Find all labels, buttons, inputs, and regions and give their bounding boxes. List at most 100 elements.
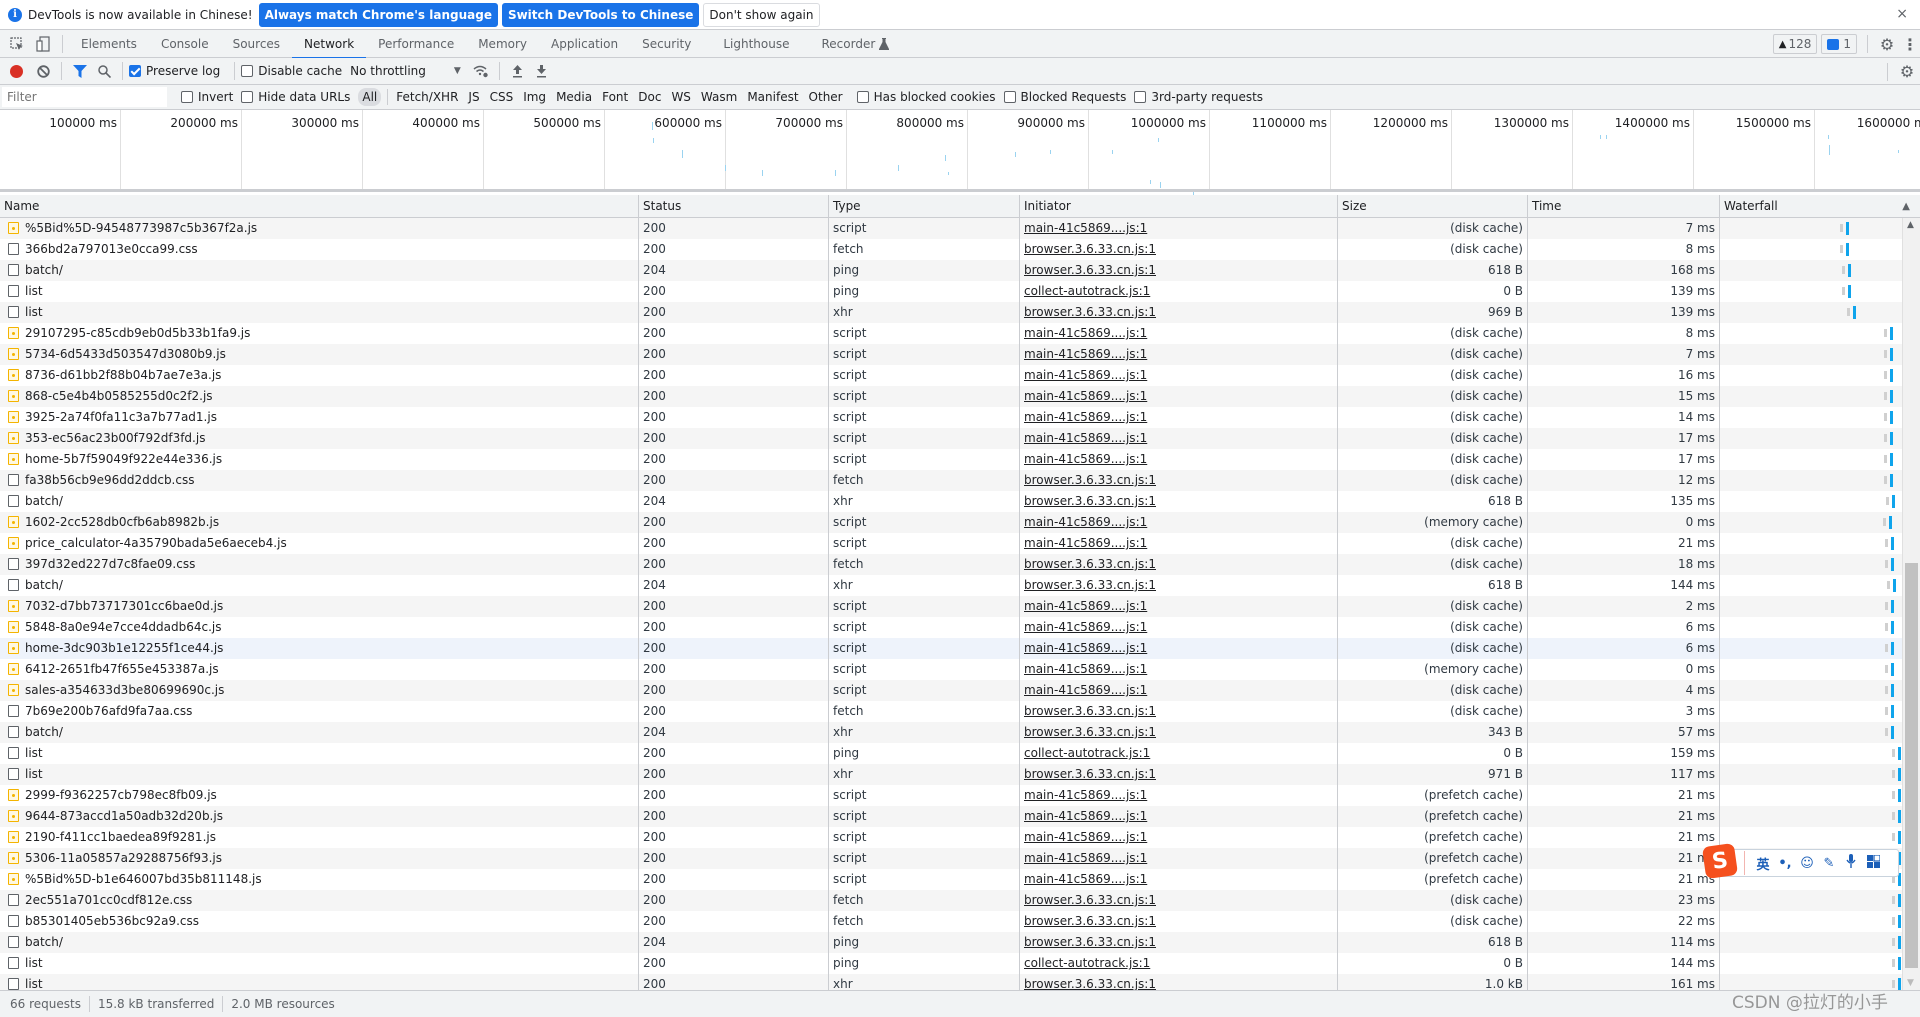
request-name-cell[interactable]: list (0, 743, 638, 764)
request-row[interactable]: batch/204 xhr browser.3.6.33.cn.js:1 618 B1… (0, 491, 1902, 512)
invert-checkbox[interactable]: Invert (181, 90, 233, 104)
request-row[interactable]: 8736-d61bb2f88b04b7ae7e3a.js 200 script mai… (0, 365, 1902, 386)
request-initiator-cell[interactable]: main-41c5869....js:1 (1019, 785, 1337, 806)
disable-cache-checkbox[interactable]: Disable cache (241, 64, 342, 78)
disable-cache-check[interactable] (241, 65, 254, 77)
filter-funnel-icon[interactable] (68, 59, 92, 83)
request-initiator-cell[interactable]: browser.3.6.33.cn.js:1 (1019, 260, 1337, 281)
close-icon[interactable]: × (1896, 6, 1908, 22)
filter-type-wasm[interactable]: Wasm (697, 88, 741, 106)
request-name-cell[interactable]: 2ec551a701cc0cdf812e.css (0, 890, 638, 911)
request-row[interactable]: 5734-6d5433d503547d3080b9.js 200 script mai… (0, 344, 1902, 365)
column-header-waterfall[interactable]: Waterfall ▲ (1719, 195, 1920, 218)
request-row[interactable]: sales-a354633d3be80699690c.js 200 script ma… (0, 680, 1902, 701)
request-row[interactable]: home-3dc903b1e12255f1ce44.js 200 script mai… (0, 638, 1902, 659)
blocked-requests-checkbox[interactable]: Blocked Requests (1003, 90, 1126, 104)
filter-type-fetch-xhr[interactable]: Fetch/XHR (392, 88, 462, 106)
request-name-cell[interactable]: batch/ (0, 932, 638, 953)
column-header-time[interactable]: Time (1527, 195, 1719, 218)
request-name-cell[interactable]: 3925-2a74f0fa11c3a7b77ad1.js (0, 407, 638, 428)
punctuation-icon[interactable]: •, (1775, 856, 1795, 871)
request-initiator-cell[interactable]: main-41c5869....js:1 (1019, 449, 1337, 470)
request-initiator-cell[interactable]: collect-autotrack.js:1 (1019, 953, 1337, 974)
request-row[interactable]: 6412-2651fb47f655e453387a.js 200 script mai… (0, 659, 1902, 680)
request-initiator-cell[interactable]: main-41c5869....js:1 (1019, 827, 1337, 848)
request-name-cell[interactable]: 9644-873accd1a50adb32d20b.js (0, 806, 638, 827)
request-name-cell[interactable]: list (0, 953, 638, 974)
preserve-log-checkbox[interactable]: Preserve log (129, 64, 220, 78)
request-name-cell[interactable]: 5734-6d5433d503547d3080b9.js (0, 344, 638, 365)
tab-recorder[interactable]: Recorder (810, 30, 902, 58)
request-initiator-cell[interactable]: main-41c5869....js:1 (1019, 596, 1337, 617)
request-row[interactable]: batch/204 ping browser.3.6.33.cn.js:1 618 B… (0, 932, 1902, 953)
request-initiator-cell[interactable]: main-41c5869....js:1 (1019, 848, 1337, 869)
request-name-cell[interactable]: price_calculator-4a35790bada5e6aeceb4.js (0, 533, 638, 554)
request-name-cell[interactable]: 353-ec56ac23b00f792df3fd.js (0, 428, 638, 449)
request-row[interactable]: list 200 ping collect-autotrack.js:1 0 B 144 … (0, 953, 1902, 974)
request-row[interactable]: batch/204 xhr browser.3.6.33.cn.js:1 618 B1… (0, 575, 1902, 596)
filter-type-img[interactable]: Img (519, 88, 550, 106)
request-initiator-cell[interactable]: main-41c5869....js:1 (1019, 680, 1337, 701)
request-name-cell[interactable]: 7032-d7bb73717301cc6bae0d.js (0, 596, 638, 617)
has-blocked-cookies-checkbox[interactable]: Has blocked cookies (856, 90, 996, 104)
request-name-cell[interactable]: 7b69e200b76afd9fa7aa.css (0, 701, 638, 722)
device-toolbar-icon[interactable] (30, 31, 56, 57)
request-row[interactable]: batch/204 ping browser.3.6.33.cn.js:1 618 B… (0, 260, 1902, 281)
request-name-cell[interactable]: batch/ (0, 575, 638, 596)
tab-lighthouse[interactable]: Lighthouse (711, 30, 809, 58)
tab-application[interactable]: Application (539, 30, 630, 58)
request-name-cell[interactable]: batch/ (0, 260, 638, 281)
filter-type-media[interactable]: Media (552, 88, 596, 106)
import-har-upload-icon[interactable] (506, 59, 530, 83)
request-row[interactable]: 868-c5e4b4b0585255d0c2f2.js 200 script main… (0, 386, 1902, 407)
request-name-cell[interactable]: 868-c5e4b4b0585255d0c2f2.js (0, 386, 638, 407)
request-name-cell[interactable]: 2999-f9362257cb798ec8fb09.js (0, 785, 638, 806)
network-settings-gear-icon[interactable]: ⚙ (1894, 62, 1920, 81)
table-scrollbar[interactable]: ▲ ▼ (1902, 218, 1920, 990)
request-row[interactable]: 29107295-c85cdb9eb0d5b33b1fa9.js 200 scrip… (0, 323, 1902, 344)
request-row[interactable]: 5848-8a0e94e7cce4ddadb64c.js 200 script mai… (0, 617, 1902, 638)
filter-type-font[interactable]: Font (598, 88, 632, 106)
request-initiator-cell[interactable]: main-41c5869....js:1 (1019, 869, 1337, 890)
throttling-select[interactable]: No throttling ▼ (350, 64, 461, 78)
blocked-requests-check[interactable] (1003, 91, 1016, 103)
request-initiator-cell[interactable]: main-41c5869....js:1 (1019, 617, 1337, 638)
request-name-cell[interactable]: 366bd2a797013e0cca99.css (0, 239, 638, 260)
warnings-badge[interactable]: ▲ 128 (1772, 34, 1818, 54)
request-initiator-cell[interactable]: main-41c5869....js:1 (1019, 218, 1337, 239)
clear-icon[interactable] (31, 59, 55, 83)
request-initiator-cell[interactable]: main-41c5869....js:1 (1019, 386, 1337, 407)
request-row[interactable]: 7b69e200b76afd9fa7aa.css 200 fetch browser.… (0, 701, 1902, 722)
request-row[interactable]: list 200 xhr browser.3.6.33.cn.js:1 1.0 kB 16… (0, 974, 1902, 990)
timeline-overview[interactable]: 100000 ms 200000 ms 300000 ms 400000 ms 5000… (0, 110, 1920, 196)
request-name-cell[interactable]: 5306-11a05857a29288756f93.js (0, 848, 638, 869)
request-name-cell[interactable]: batch/ (0, 722, 638, 743)
scrollbar-thumb[interactable] (1905, 563, 1918, 968)
request-name-cell[interactable]: 2190-f411cc1baedea89f9281.js (0, 827, 638, 848)
tab-security[interactable]: Security (630, 30, 711, 58)
request-row[interactable]: home-5b7f59049f922e44e336.js 200 script mai… (0, 449, 1902, 470)
filter-type-other[interactable]: Other (805, 88, 847, 106)
column-header-size[interactable]: Size (1337, 195, 1527, 218)
always-match-language-button[interactable]: Always match Chrome's language (258, 2, 498, 27)
request-initiator-cell[interactable]: main-41c5869....js:1 (1019, 533, 1337, 554)
request-name-cell[interactable]: %5Bid%5D-94548773987c5b367f2a.js (0, 218, 638, 239)
request-initiator-cell[interactable]: main-41c5869....js:1 (1019, 638, 1337, 659)
request-name-cell[interactable]: sales-a354633d3be80699690c.js (0, 680, 638, 701)
request-initiator-cell[interactable]: browser.3.6.33.cn.js:1 (1019, 722, 1337, 743)
tab-console[interactable]: Console (149, 30, 221, 58)
scroll-up-arrow-icon[interactable]: ▲ (1907, 220, 1914, 230)
ime-language-toggle[interactable]: 英 (1753, 854, 1773, 873)
toolbox-grid-icon[interactable] (1863, 853, 1883, 872)
request-initiator-cell[interactable]: main-41c5869....js:1 (1019, 512, 1337, 533)
request-initiator-cell[interactable]: browser.3.6.33.cn.js:1 (1019, 911, 1337, 932)
request-row[interactable]: list 200 xhr browser.3.6.33.cn.js:1 971 B 117… (0, 764, 1902, 785)
tab-performance[interactable]: Performance (366, 30, 466, 58)
tab-elements[interactable]: Elements (69, 30, 149, 58)
ime-toolbar[interactable]: S 英 •, ☺ ✎ (1701, 842, 1899, 880)
request-row[interactable]: list 200 xhr browser.3.6.33.cn.js:1 969 B 139… (0, 302, 1902, 323)
request-row[interactable]: 7032-d7bb73717301cc6bae0d.js 200 script mai… (0, 596, 1902, 617)
tab-network[interactable]: Network (292, 30, 367, 59)
has-blocked-cookies-check[interactable] (856, 91, 869, 103)
column-header-name[interactable]: Name (0, 195, 638, 218)
